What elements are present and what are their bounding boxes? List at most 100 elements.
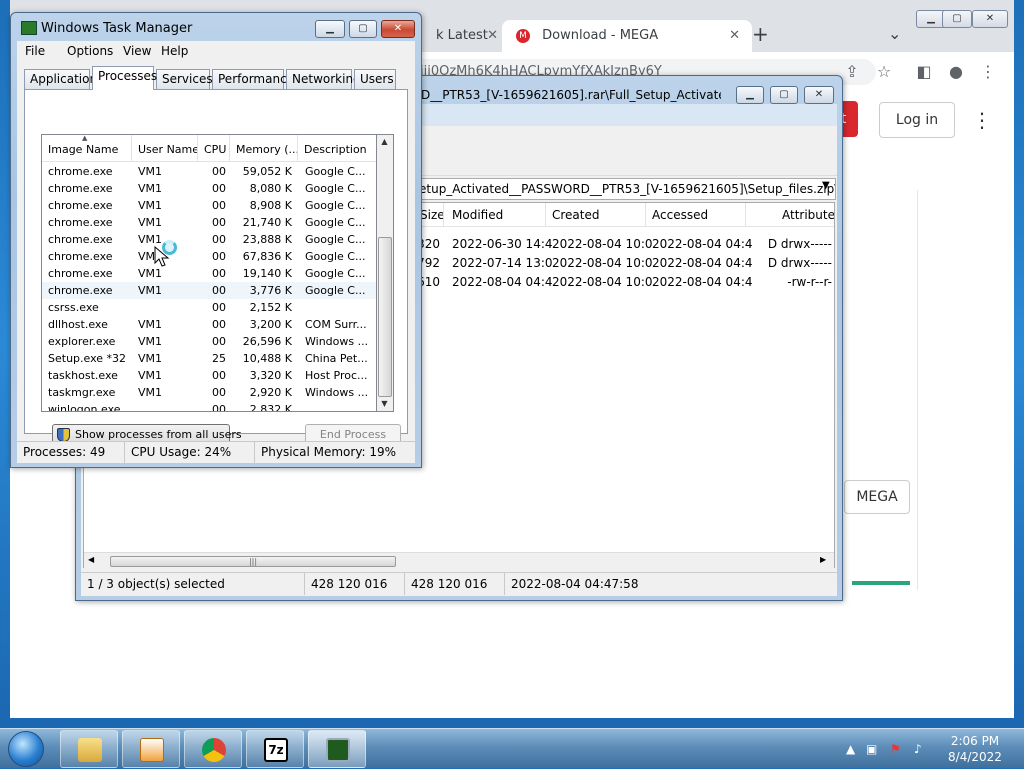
chrome-tab-1-label: k Latest	[436, 28, 488, 43]
chrome-maximize-button[interactable]: ▢	[942, 10, 972, 28]
scroll-left-icon[interactable]: ◀	[88, 555, 94, 564]
process-row[interactable]: chrome.exe VM1 00 21,740 K Google C...	[42, 214, 376, 231]
col-user-name[interactable]: User Name	[132, 135, 198, 162]
tm-minimize-button[interactable]: ▁	[315, 20, 345, 38]
process-desc: Windows ...	[305, 386, 369, 399]
process-row[interactable]: chrome.exe VM1 00 59,052 K Google C...	[42, 163, 376, 180]
process-row[interactable]: chrome.exe VM1 00 67,836 K Google C...	[42, 248, 376, 265]
bookmark-star-icon[interactable]: ☆	[872, 60, 896, 84]
col-accessed[interactable]: Accessed	[646, 203, 746, 227]
process-list[interactable]: Image Name ▲ User Name CPU Memory (... D…	[41, 134, 377, 412]
process-cpu: 00	[212, 335, 226, 348]
task-manager-window: Windows Task Manager ▁ ▢ ✕ File Options …	[10, 12, 422, 468]
taskbar-explorer[interactable]	[60, 730, 118, 768]
log-in-button[interactable]: Log in	[879, 102, 955, 138]
7zip-close-button[interactable]: ✕	[804, 86, 834, 104]
tab-networking[interactable]: Networking	[286, 69, 361, 89]
process-row[interactable]: chrome.exe VM1 00 23,888 K Google C...	[42, 231, 376, 248]
process-desc: Google C...	[305, 165, 366, 178]
7zip-scroll-thumb[interactable]: |||	[110, 556, 396, 567]
process-row[interactable]: csrss.exe 00 2,152 K	[42, 299, 376, 316]
process-row[interactable]: Setup.exe *32 VM1 25 10,488 K China Pet...	[42, 350, 376, 367]
tm-maximize-button[interactable]: ▢	[349, 20, 377, 38]
process-row[interactable]: chrome.exe VM1 00 19,140 K Google C...	[42, 265, 376, 282]
chrome-tab-1[interactable]: k Latest ✕	[422, 20, 510, 52]
scroll-right-icon[interactable]: ▶	[820, 555, 826, 564]
tab-users[interactable]: Users	[354, 69, 396, 89]
mega-progress-bar	[852, 581, 910, 585]
chrome-close-button[interactable]: ✕	[972, 10, 1008, 28]
process-row[interactable]: taskmgr.exe VM1 00 2,920 K Windows ...	[42, 384, 376, 401]
tab-processes[interactable]: Processes	[92, 66, 157, 90]
process-row[interactable]: chrome.exe VM1 00 8,080 K Google C...	[42, 180, 376, 197]
7zip-maximize-button[interactable]: ▢	[770, 86, 798, 104]
file-attr: -rw-r--r-	[787, 275, 832, 289]
tab-search-chevron-icon[interactable]: ⌄	[888, 24, 901, 43]
mega-panel	[850, 190, 918, 590]
process-user: VM1	[138, 199, 163, 212]
side-panel-icon[interactable]: ◧	[912, 60, 936, 84]
network-icon[interactable]: ▣	[866, 729, 877, 769]
new-tab-button[interactable]: +	[752, 22, 769, 46]
process-cpu: 00	[212, 369, 226, 382]
clock-date: 8/4/2022	[948, 750, 1002, 764]
col-cpu[interactable]: CPU	[198, 135, 230, 162]
7zip-path-text: etup_Activated__PASSWORD__PTR53_[V-16596…	[419, 182, 836, 196]
tab-services[interactable]: Services	[156, 69, 213, 89]
col-memory[interactable]: Memory (...	[230, 135, 298, 162]
chrome-menu-icon[interactable]: ⋮	[976, 60, 1000, 84]
process-row[interactable]: explorer.exe VM1 00 26,596 K Windows ...	[42, 333, 376, 350]
process-mem: 67,836 K	[242, 250, 292, 263]
taskbar-media-player[interactable]	[122, 730, 180, 768]
process-row[interactable]: winlogon.exe 00 2,832 K	[42, 401, 376, 411]
menu-help[interactable]: Help	[155, 41, 194, 61]
profile-avatar-icon[interactable]: ●	[944, 60, 968, 84]
volume-icon[interactable]: ♪	[914, 729, 922, 769]
start-button[interactable]	[4, 729, 48, 769]
taskbar-7zip[interactable]: 7z	[246, 730, 304, 768]
menu-view[interactable]: View	[117, 41, 157, 61]
menu-file[interactable]: File	[19, 41, 51, 61]
share-icon[interactable]: ⇪	[840, 60, 864, 84]
menu-options[interactable]: Options	[61, 41, 119, 61]
taskbar-task-manager[interactable]	[308, 730, 366, 768]
mega-button[interactable]: MEGA	[844, 480, 910, 514]
process-list-scrollbar[interactable]: ▲ ▼	[377, 134, 394, 412]
process-row[interactable]: taskhost.exe VM1 00 3,320 K Host Proc...	[42, 367, 376, 384]
action-center-flag-icon[interactable]: ⚑	[890, 729, 901, 769]
col-attributes[interactable]: Attribute	[776, 203, 834, 227]
tab-applications[interactable]: Applications	[24, 69, 103, 89]
process-cpu: 00	[212, 216, 226, 229]
process-row[interactable]: dllhost.exe VM1 00 3,200 K COM Surr...	[42, 316, 376, 333]
col-description[interactable]: Description	[298, 135, 376, 162]
scroll-down-icon[interactable]: ▼	[377, 399, 392, 408]
scroll-up-icon[interactable]: ▲	[377, 137, 392, 146]
chrome-tab-mega-close-icon[interactable]: ✕	[729, 20, 740, 52]
process-cpu: 00	[212, 199, 226, 212]
tm-close-button[interactable]: ✕	[381, 20, 415, 38]
process-desc: Host Proc...	[305, 369, 368, 382]
process-cpu: 25	[212, 352, 226, 365]
col-modified[interactable]: Modified	[446, 203, 546, 227]
task-manager-title: Windows Task Manager	[41, 21, 193, 36]
process-row[interactable]: chrome.exe VM1 00 8,908 K Google C...	[42, 197, 376, 214]
col-created[interactable]: Created	[546, 203, 646, 227]
path-dropdown-icon[interactable]: ▼	[822, 180, 830, 191]
process-mem: 26,596 K	[242, 335, 292, 348]
process-desc: Google C...	[305, 182, 366, 195]
chrome-tab-mega[interactable]: M Download - MEGA ✕	[502, 20, 752, 52]
clock[interactable]: 2:06 PM 8/4/2022	[940, 733, 1010, 765]
process-row[interactable]: chrome.exe VM1 00 3,776 K Google C...	[42, 282, 376, 299]
process-mem: 3,776 K	[249, 284, 292, 297]
taskbar-chrome[interactable]	[184, 730, 242, 768]
process-user: VM1	[138, 284, 163, 297]
7zip-horizontal-scrollbar[interactable]: ◀ ||| ▶	[84, 552, 834, 568]
process-scroll-thumb[interactable]	[378, 237, 392, 397]
7zip-minimize-button[interactable]: ▁	[736, 86, 764, 104]
show-hidden-icons-icon[interactable]: ▲	[846, 729, 855, 769]
7zip-path-field[interactable]: etup_Activated__PASSWORD__PTR53_[V-16596…	[416, 178, 836, 200]
tab-performance[interactable]: Performance	[212, 69, 294, 89]
tm-body: Applications Processes Services Performa…	[17, 61, 415, 463]
mega-menu-kebab-icon[interactable]: ⋮	[972, 108, 992, 132]
chrome-tab-1-close-icon[interactable]: ✕	[487, 20, 498, 52]
